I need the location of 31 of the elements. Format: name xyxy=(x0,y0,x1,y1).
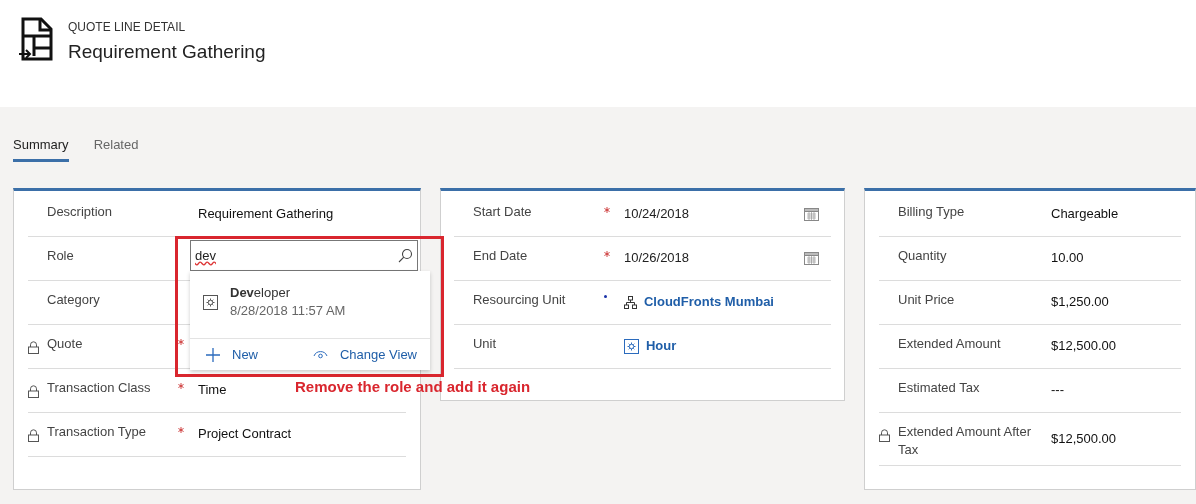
field-label: Transaction Type xyxy=(47,422,146,441)
field-label: Quote xyxy=(47,334,83,353)
field-value: $12,500.00 xyxy=(1051,429,1117,448)
annotation-text: Remove the role and add it again xyxy=(295,377,531,397)
field-label: Unit Price xyxy=(898,290,955,309)
field-label: Resourcing Unit xyxy=(473,290,566,309)
field-value: $12,500.00 xyxy=(1051,337,1117,356)
entity-name: QUOTE LINE DETAIL xyxy=(68,19,187,36)
field-value: Requirement Gathering xyxy=(198,205,334,224)
field-label: Extended Amount After Tax xyxy=(898,422,1031,459)
field-value: Chargeable xyxy=(1051,205,1119,224)
field-value: 10.00 xyxy=(1051,249,1084,268)
field-label: Description xyxy=(47,202,113,221)
record-title: Requirement Gathering xyxy=(68,40,266,64)
field-label: Category xyxy=(47,290,100,309)
field-value: Time xyxy=(198,381,227,400)
search-input-text: dev xyxy=(195,246,216,265)
result-name: Developer xyxy=(230,284,291,302)
result-date: 8/28/2018 11:57 AM xyxy=(230,302,346,320)
field-label: Quantity xyxy=(898,246,947,265)
field-label: Unit xyxy=(473,334,497,353)
field-label: Billing Type xyxy=(898,202,965,221)
field-value: --- xyxy=(1051,381,1064,400)
field-label: Start Date xyxy=(473,202,532,221)
field-label: Extended Amount xyxy=(898,334,1001,353)
field-label: End Date xyxy=(473,246,528,265)
field-label: Estimated Tax xyxy=(898,378,980,397)
field-label: Role xyxy=(47,246,74,265)
field-value: $1,250.00 xyxy=(1051,293,1109,312)
field-label: Transaction Class xyxy=(47,378,151,397)
field-value: Project Contract xyxy=(198,425,292,444)
